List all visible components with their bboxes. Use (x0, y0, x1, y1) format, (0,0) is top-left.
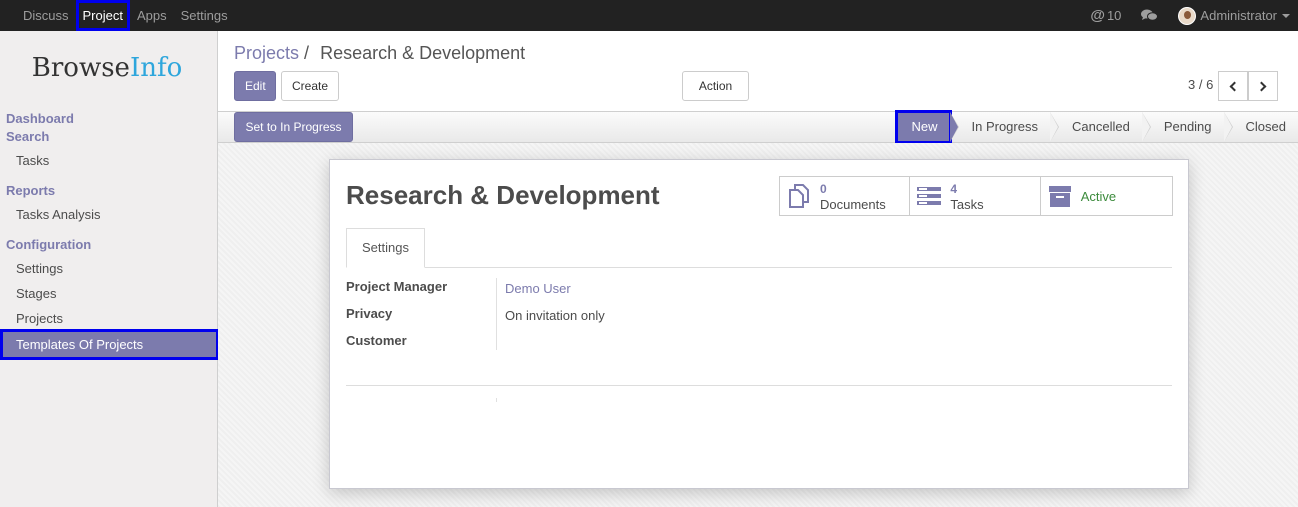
section-divider (346, 385, 1172, 386)
tasks-smart-button[interactable]: 4 Tasks (910, 177, 1041, 215)
at-icon: @ (1090, 7, 1105, 24)
edit-button[interactable]: Edit (234, 71, 276, 101)
tasks-count: 4 (950, 181, 958, 196)
stage-cancelled[interactable]: Cancelled (1050, 112, 1151, 142)
breadcrumb-separator: / (304, 43, 310, 63)
breadcrumb-current: Research & Development (320, 43, 526, 63)
sidebar: BrowseInfo Dashboard Search Tasks Report… (0, 31, 219, 507)
customer-label: Customer (346, 333, 407, 348)
breadcrumb: Projects / Research & Development (234, 43, 525, 64)
documents-label: Documents (820, 196, 886, 212)
field-divider (496, 278, 497, 350)
notebook-tabs: Settings (346, 228, 1172, 268)
project-manager-value[interactable]: Demo User (505, 281, 571, 296)
sidebar-item-tasks[interactable]: Tasks (6, 148, 218, 173)
pager-next-button[interactable] (1248, 71, 1278, 101)
pager-previous-button[interactable] (1218, 71, 1248, 101)
top-navbar: Discuss Project Apps Settings @ 10 Admin… (0, 0, 1298, 31)
smart-button-box: 0 Documents 4 Tasks Active (779, 176, 1173, 216)
sidebar-item-settings[interactable]: Settings (6, 256, 218, 281)
menu-settings[interactable]: Settings (174, 0, 235, 31)
sidebar-item-tasks-analysis[interactable]: Tasks Analysis (6, 202, 218, 227)
menu-discuss[interactable]: Discuss (16, 0, 76, 31)
breadcrumb-projects-link[interactable]: Projects (234, 43, 299, 63)
active-label: Active (1080, 188, 1117, 204)
form-sheet: Research & Development 0 Documents 4 Tas… (329, 159, 1189, 489)
stage-pipeline: New In Progress Cancelled Pending Closed (895, 110, 1298, 144)
avatar (1178, 6, 1197, 25)
user-menu[interactable]: Administrator (1168, 0, 1298, 31)
record-title: Research & Development (346, 180, 660, 210)
documents-icon (786, 183, 812, 209)
form-statusbar: Set to In Progress New In Progress Cance… (218, 110, 1298, 144)
tasks-label: Tasks (950, 196, 984, 212)
menu-apps[interactable]: Apps (130, 0, 174, 31)
sidebar-section-configuration: Configuration (6, 237, 92, 252)
documents-smart-button[interactable]: 0 Documents (780, 177, 911, 215)
sidebar-section-dashboard[interactable]: Dashboard (6, 111, 74, 126)
sidebar-section-reports: Reports (6, 183, 56, 198)
mentions-count: 10 (1106, 8, 1122, 23)
active-toggle-button[interactable]: Active (1041, 177, 1172, 215)
caret-down-icon (1282, 13, 1290, 18)
chevron-left-icon (1229, 81, 1240, 91)
browseinfo-logo: BrowseInfo (31, 53, 183, 83)
main-menu: Discuss Project Apps Settings (16, 0, 235, 31)
sidebar-item-projects[interactable]: Projects (6, 306, 218, 331)
sidebar-item-templates-of-projects[interactable]: Templates Of Projects (0, 329, 219, 360)
chevron-right-icon (1256, 81, 1267, 91)
create-button[interactable]: Create (281, 71, 339, 101)
archive-icon (1047, 183, 1073, 209)
stage-new[interactable]: New (895, 110, 959, 144)
menu-project[interactable]: Project (75, 0, 130, 31)
privacy-value: On invitation only (505, 308, 605, 323)
project-manager-label: Project Manager (346, 279, 448, 294)
control-panel: Projects / Research & Development Edit C… (218, 31, 1298, 118)
stage-in-progress[interactable]: In Progress (950, 112, 1060, 142)
mentions-button[interactable]: @ 10 (1080, 0, 1131, 31)
stage-pending[interactable]: Pending (1142, 112, 1233, 142)
set-to-in-progress-button[interactable]: Set to In Progress (234, 112, 353, 142)
user-name: Administrator (1200, 8, 1277, 23)
action-label: Action (698, 79, 733, 93)
sidebar-item-stages[interactable]: Stages (6, 281, 218, 306)
action-dropdown[interactable]: Action (682, 71, 749, 118)
tab-settings[interactable]: Settings (346, 228, 425, 268)
pager-value: 3 / 6 (1188, 77, 1214, 92)
tasks-list-icon (916, 183, 942, 209)
documents-count: 0 (820, 181, 827, 196)
sidebar-section-search[interactable]: Search (6, 129, 49, 144)
chat-bubbles-icon (1141, 9, 1159, 21)
systray: @ 10 Administrator (1080, 0, 1298, 31)
messaging-button[interactable] (1131, 0, 1168, 31)
stage-closed[interactable]: Closed (1224, 112, 1298, 142)
privacy-label: Privacy (346, 306, 393, 321)
divider-tick (496, 398, 497, 402)
